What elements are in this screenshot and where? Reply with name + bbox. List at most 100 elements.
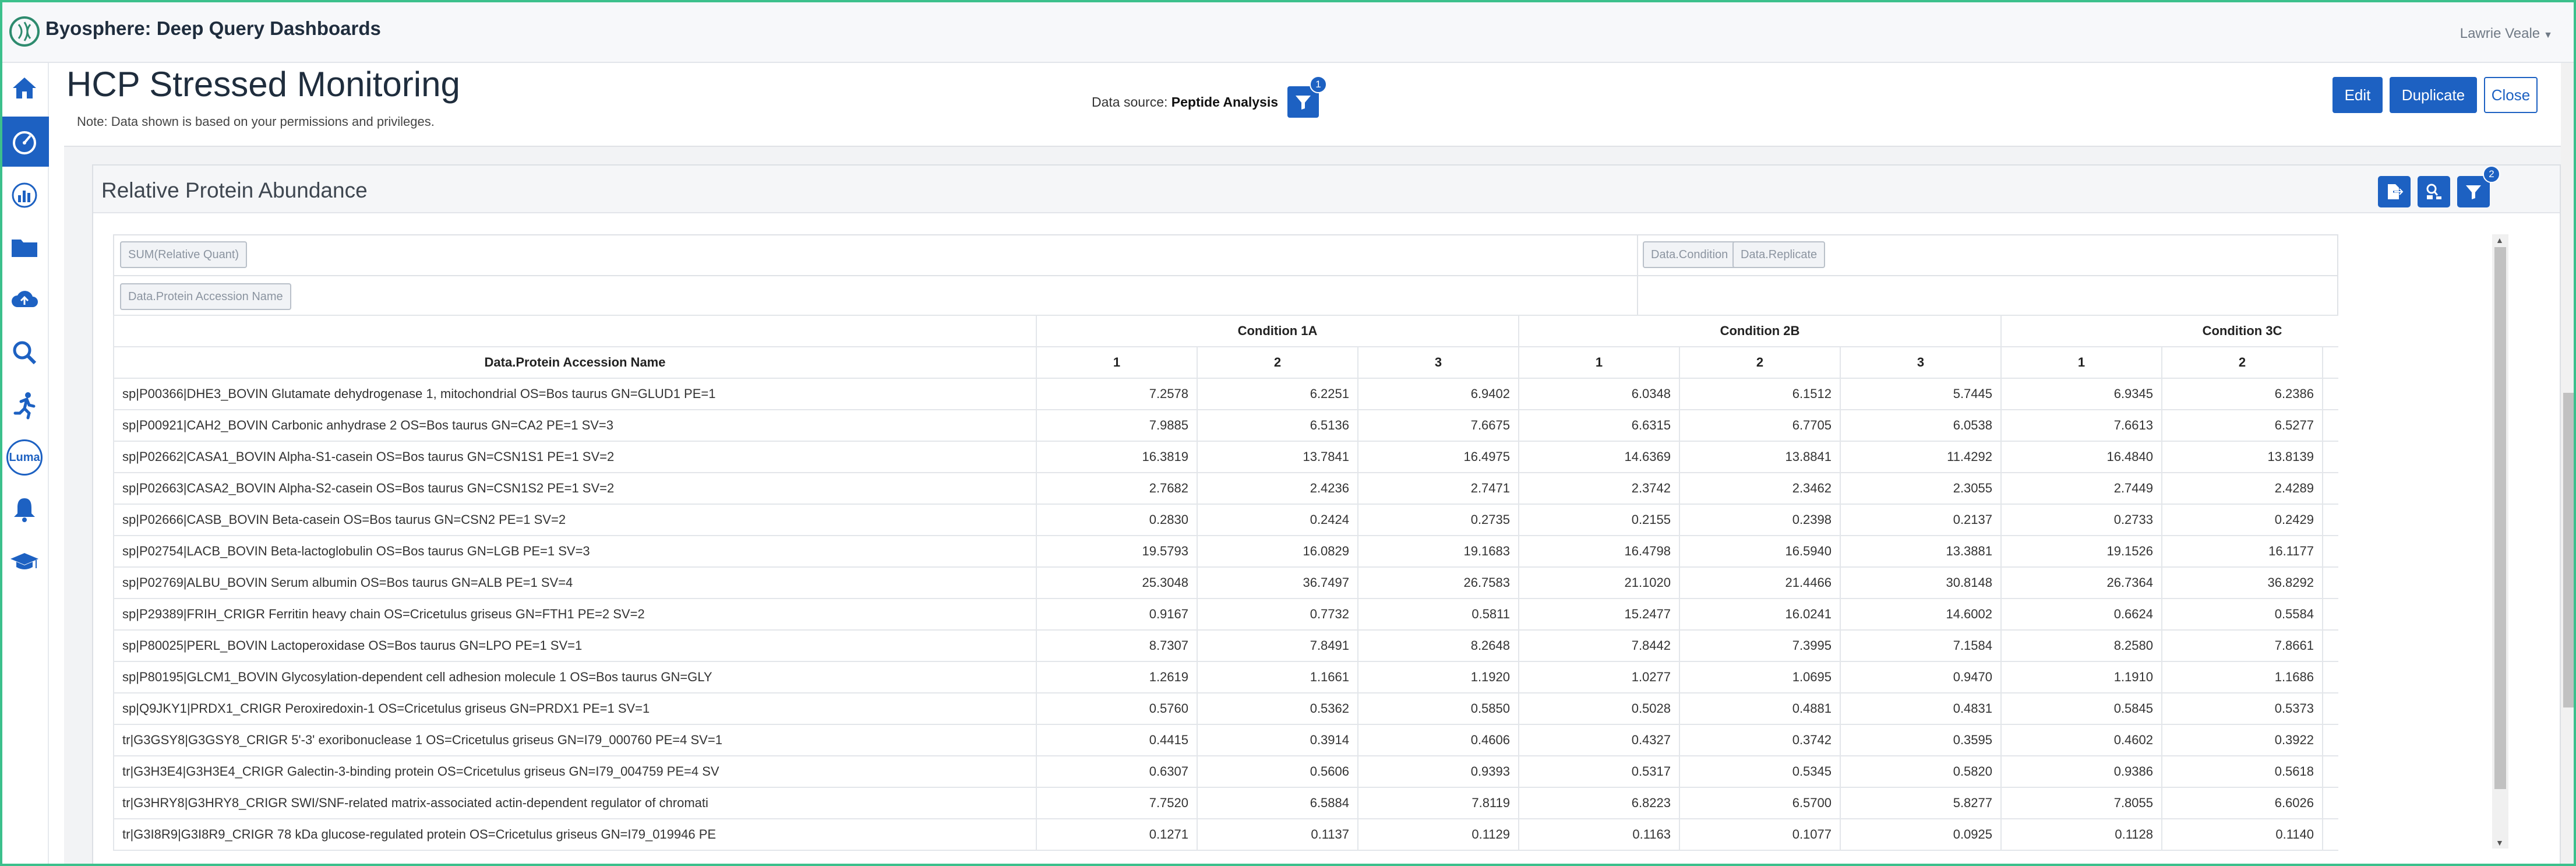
scroll-down-icon[interactable]: ▼ [2496, 838, 2504, 847]
sidebar-item-activity[interactable] [0, 380, 49, 430]
protein-name-cell: tr|G3I8R9|G3I8R9_CRIGR 78 kDa glucose-re… [113, 818, 1037, 851]
table-row[interactable]: sp|P02754|LACB_BOVIN Beta-lactoglobulin … [113, 535, 2338, 568]
query-settings-button[interactable] [2418, 176, 2450, 207]
protein-name-cell: sp|P02663|CASA2_BOVIN Alpha-S2-casein OS… [113, 472, 1037, 505]
table-row[interactable]: tr|G3H3E4|G3H3E4_CRIGR Galectin-3-bindin… [113, 755, 2338, 788]
duplicate-button[interactable]: Duplicate [2390, 77, 2477, 113]
value-cell: 0.2530 [2322, 504, 2338, 536]
data-source-label: Data source: Peptide Analysis [1092, 94, 1278, 110]
condition-header[interactable]: Condition 2B [1518, 315, 2002, 347]
value-cell: 26.7583 [1357, 566, 1519, 599]
dashboard-gauge-icon [13, 131, 36, 154]
sidebar-item-dashboards[interactable] [0, 117, 49, 167]
table-row[interactable]: sp|P80195|GLCM1_BOVIN Glycosylation-depe… [113, 661, 2338, 693]
sidebar-item-folders[interactable] [0, 223, 49, 273]
table-row[interactable]: sp|P02662|CASA1_BOVIN Alpha-S1-casein OS… [113, 441, 2338, 473]
value-cell: 6.9345 [2000, 378, 2162, 410]
value-cell: 0.4606 [1357, 724, 1519, 756]
value-cell: 0.7732 [1197, 598, 1358, 631]
value-cell: 7.8491 [1197, 629, 1358, 662]
replicate-header[interactable]: 2 [1679, 346, 1841, 379]
export-button[interactable] [2378, 176, 2411, 207]
value-cell: 7.9885 [1036, 409, 1198, 442]
page-scrollbar[interactable] [2561, 63, 2576, 866]
protein-name-cell: sp|P80025|PERL_BOVIN Lactoperoxidase OS=… [113, 629, 1037, 662]
value-cell: 1.1661 [1197, 661, 1358, 693]
value-cell: 2.7863 [2322, 472, 2338, 505]
table-scroll-thumb[interactable] [2494, 247, 2506, 789]
value-cell: 6.8223 [1518, 787, 1680, 819]
widget-title: Relative Protein Abundance [101, 178, 368, 202]
graduation-cap-icon [10, 553, 38, 569]
home-icon [13, 78, 36, 98]
sidebar-item-search[interactable] [0, 328, 49, 378]
replicate-header[interactable]: 1 [1036, 346, 1198, 379]
row-field-chip[interactable]: Data.Protein Accession Name [120, 283, 291, 310]
replicate-header[interactable]: 3 [2322, 346, 2338, 379]
value-cell: 21.4466 [1679, 566, 1841, 599]
replicate-header[interactable]: 3 [1840, 346, 2002, 379]
table-row[interactable]: tr|G3HRY8|G3HRY8_CRIGR SWI/SNF-related m… [113, 787, 2338, 819]
sidebar-item-home[interactable] [0, 63, 49, 113]
value-cell: 0.1271 [1036, 818, 1198, 851]
table-scrollbar[interactable]: ▲ ▼ [2492, 234, 2508, 849]
table-row[interactable]: sp|P80025|PERL_BOVIN Lactoperoxidase OS=… [113, 629, 2338, 662]
table-row[interactable]: sp|P29389|FRIH_CRIGR Ferritin heavy chai… [113, 598, 2338, 631]
value-cell: 7.3995 [1679, 629, 1841, 662]
table-row[interactable]: sp|P00366|DHE3_BOVIN Glutamate dehydroge… [113, 378, 2338, 410]
table-row[interactable]: sp|Q9JKY1|PRDX1_CRIGR Peroxiredoxin-1 OS… [113, 692, 2338, 725]
replicate-header[interactable]: 3 [1357, 346, 1519, 379]
column-field-chip-condition[interactable]: Data.Condition [1643, 241, 1737, 268]
value-cell: 6.5277 [2161, 409, 2323, 442]
sidebar-item-luma[interactable]: Luma [0, 432, 49, 483]
filter-count-badge: 2 [2483, 166, 2500, 183]
value-cell: 6.1512 [1679, 378, 1841, 410]
byosphere-logo[interactable] [8, 15, 41, 48]
widget-filter-button[interactable]: 2 [2457, 166, 2500, 207]
value-cell: 2.3742 [1518, 472, 1680, 505]
sidebar-item-analytics[interactable] [0, 170, 49, 220]
replicate-header[interactable]: 1 [2000, 346, 2162, 379]
sidebar-item-upload[interactable] [0, 275, 49, 325]
replicate-header[interactable]: 2 [2161, 346, 2323, 379]
value-cell: 6.0348 [1518, 378, 1680, 410]
value-cell: 13.8139 [2161, 441, 2323, 473]
table-row[interactable]: sp|P02769|ALBU_BOVIN Serum albumin OS=Bo… [113, 566, 2338, 599]
value-cell: 0.3595 [1840, 724, 2002, 756]
sidebar-item-training[interactable] [0, 537, 49, 587]
value-cell: 0.1077 [1679, 818, 1841, 851]
protein-name-cell: tr|G3GSY8|G3GSY8_CRIGR 5'-3' exoribonucl… [113, 724, 1037, 756]
filter-icon [1296, 96, 1311, 110]
sidebar-item-notifications[interactable] [0, 485, 49, 535]
user-menu[interactable]: Lawrie Veale ▼ [2460, 26, 2553, 42]
value-cell: 7.0821 [2322, 378, 2338, 410]
close-button[interactable]: Close [2484, 77, 2538, 113]
column-field-chip-replicate[interactable]: Data.Replicate [1732, 241, 1826, 268]
value-cell: 0.5345 [1679, 755, 1841, 788]
pivot-config: SUM(Relative Quant) Data.Protein Accessi… [113, 234, 2338, 316]
page-scroll-thumb[interactable] [2563, 393, 2574, 707]
value-cell: 0.1129 [1357, 818, 1519, 851]
row-header[interactable]: Data.Protein Accession Name [113, 346, 1037, 379]
value-cell: 6.2386 [2161, 378, 2323, 410]
table-row[interactable]: tr|G3GSY8|G3GSY8_CRIGR 5'-3' exoribonucl… [113, 724, 2338, 756]
value-cell: 30.8148 [1840, 566, 2002, 599]
value-cell: 36.7497 [1197, 566, 1358, 599]
condition-header[interactable]: Condition 1A [1036, 315, 1519, 347]
value-cell: 7.7520 [1036, 787, 1198, 819]
table-row[interactable]: tr|G3I8R9|G3I8R9_CRIGR 78 kDa glucose-re… [113, 818, 2338, 851]
replicate-header[interactable]: 1 [1518, 346, 1680, 379]
replicate-header[interactable]: 2 [1197, 346, 1358, 379]
value-field-chip[interactable]: SUM(Relative Quant) [120, 241, 248, 268]
table-row[interactable]: sp|P02666|CASB_BOVIN Beta-casein OS=Bos … [113, 504, 2338, 536]
protein-name-cell: sp|P80195|GLCM1_BOVIN Glycosylation-depe… [113, 661, 1037, 693]
value-cell: 1.1686 [2161, 661, 2323, 693]
edit-button[interactable]: Edit [2332, 77, 2383, 113]
value-cell: 7.6613 [2000, 409, 2162, 442]
datasource-filter-button[interactable]: 1 [1287, 76, 1327, 118]
table-row[interactable]: sp|P02663|CASA2_BOVIN Alpha-S2-casein OS… [113, 472, 2338, 505]
scroll-up-icon[interactable]: ▲ [2496, 235, 2504, 245]
condition-header[interactable]: Condition 3C [2000, 315, 2338, 347]
value-cell: 2.3462 [1679, 472, 1841, 505]
table-row[interactable]: sp|P00921|CAH2_BOVIN Carbonic anhydrase … [113, 409, 2338, 442]
